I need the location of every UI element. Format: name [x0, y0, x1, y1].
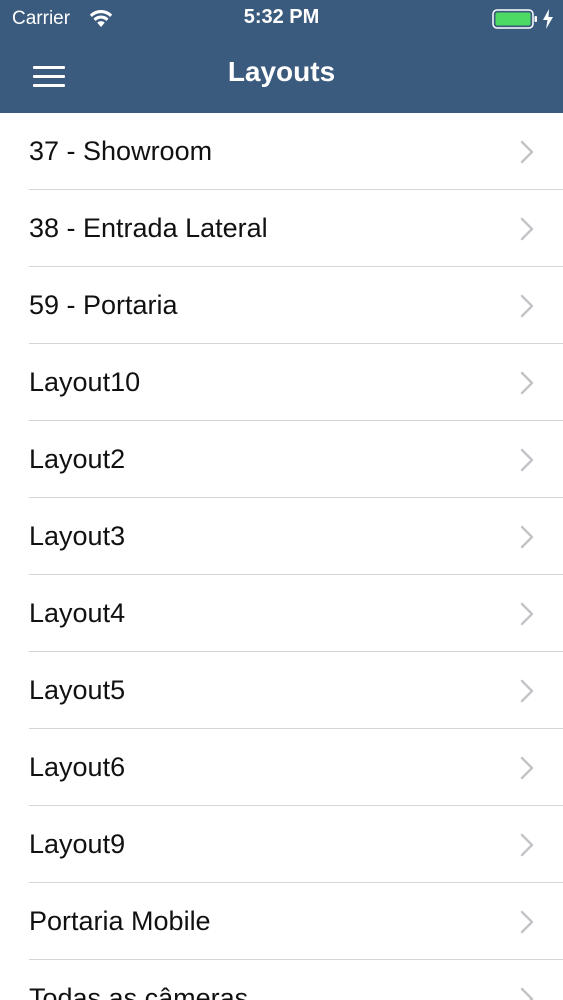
battery-icon — [492, 9, 537, 29]
chevron-right-icon — [520, 679, 534, 703]
list-item[interactable]: Layout5 — [0, 652, 563, 729]
charging-bolt-icon — [543, 9, 553, 29]
list-item[interactable]: Portaria Mobile — [0, 883, 563, 960]
list-item-label: Layout10 — [29, 367, 141, 397]
list-item[interactable]: 37 - Showroom — [0, 113, 563, 190]
chevron-right-icon — [520, 525, 534, 549]
list-item[interactable]: Todas as câmeras — [0, 960, 563, 1000]
header: Carrier 5:32 PM Layouts — [0, 0, 563, 113]
chevron-right-icon — [520, 140, 534, 164]
chevron-right-icon — [520, 987, 534, 1000]
list-item[interactable]: Layout9 — [0, 806, 563, 883]
list-item[interactable]: Layout10 — [0, 344, 563, 421]
chevron-right-icon — [520, 294, 534, 318]
list-item-label: Layout3 — [29, 521, 126, 551]
page-title: Layouts — [227, 56, 336, 87]
list-item-label: Layout9 — [29, 829, 126, 859]
chevron-right-icon — [520, 833, 534, 857]
list-item-label: Todas as câmeras — [29, 983, 249, 1000]
layouts-list: 37 - Showroom 38 - Entrada Lateral 59 - Po… — [0, 113, 563, 1000]
list-item-label: Layout2 — [29, 444, 126, 474]
clock: 5:32 PM — [243, 6, 320, 28]
list-item[interactable]: 38 - Entrada Lateral — [0, 190, 563, 267]
list-item[interactable]: Layout2 — [0, 421, 563, 498]
list-item-label: Layout4 — [29, 598, 126, 628]
list-item-label: Portaria Mobile — [29, 906, 211, 936]
chevron-right-icon — [520, 756, 534, 780]
list-item-label: 38 - Entrada Lateral — [29, 213, 268, 243]
list-item[interactable]: Layout4 — [0, 575, 563, 652]
nav-bar: Layouts — [0, 38, 563, 113]
list-item[interactable]: Layout3 — [0, 498, 563, 575]
chevron-right-icon — [520, 910, 534, 934]
chevron-right-icon — [520, 448, 534, 472]
chevron-right-icon — [520, 371, 534, 395]
list-item-label: Layout6 — [29, 752, 126, 782]
list-item[interactable]: Layout6 — [0, 729, 563, 806]
list-item-label: 59 - Portaria — [29, 290, 178, 320]
list-item-label: 37 - Showroom — [29, 136, 213, 166]
chevron-right-icon — [520, 602, 534, 626]
list-item-label: Layout5 — [29, 675, 126, 705]
status-bar: Carrier 5:32 PM — [0, 0, 563, 38]
app-screen: Carrier 5:32 PM Layouts 37 - Showroom 38… — [0, 0, 563, 1000]
list-item[interactable]: 59 - Portaria — [0, 267, 563, 344]
chevron-right-icon — [520, 217, 534, 241]
